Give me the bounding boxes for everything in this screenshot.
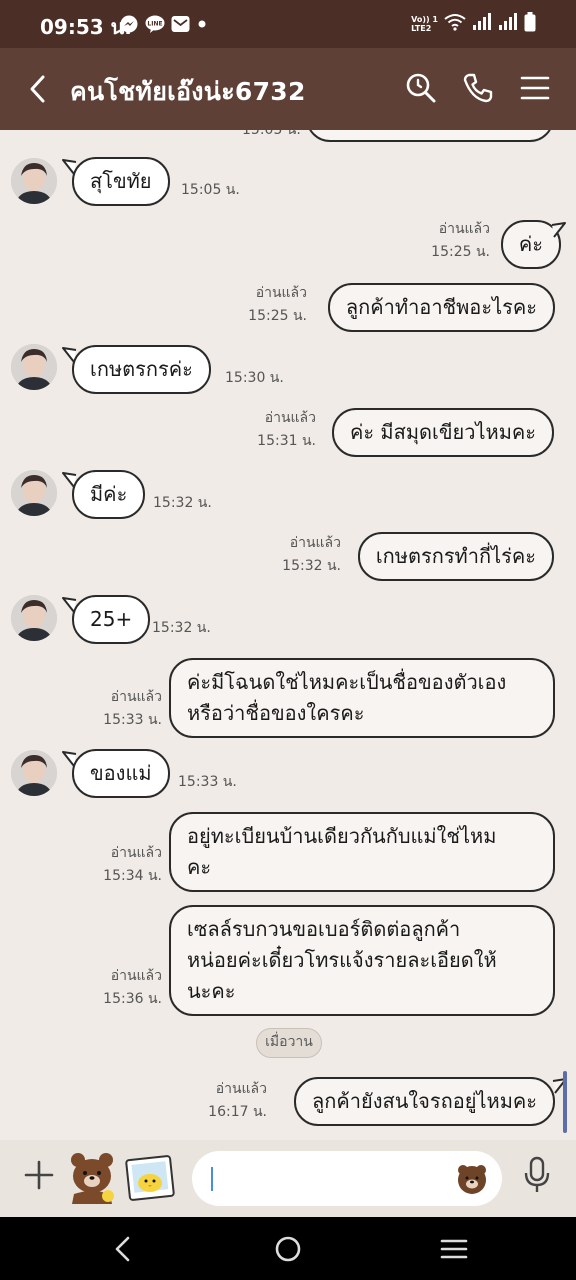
messenger-icon (120, 13, 138, 35)
sticker-shop-button[interactable] (125, 1153, 175, 1203)
message-bubble[interactable]: ค่ะ มีสมุดเขียวไหมคะ (331, 408, 554, 457)
date-separator: เมื่อวาน (256, 1028, 322, 1058)
message-time: 15:32 น. (282, 558, 341, 574)
partial-message-time: 15:05 น. (242, 130, 301, 138)
search-button[interactable] (405, 72, 437, 104)
volte-lte-icon: Vo)) 1 LTE2 (411, 15, 438, 33)
contact-avatar[interactable] (11, 470, 57, 516)
message-time: 15:33 น. (103, 712, 162, 728)
message-bubble[interactable]: ค่ะมีโฉนดใช่ไหมคะเป็นชื่อของตัวเอง หรือว… (169, 658, 555, 738)
phone-icon (463, 73, 493, 103)
read-receipt: อ่านแล้ว (438, 221, 490, 237)
search-icon (406, 73, 436, 103)
volte-label: Vo)) 1 (411, 15, 438, 24)
sticker-photo-icon (125, 1155, 175, 1201)
read-receipt: อ่านแล้ว (255, 285, 307, 301)
message-line: คะ (187, 855, 212, 879)
chat-header: คนโชทัยเอ๊งน่ะ6732 (0, 48, 576, 130)
status-icons: Vo)) 1 LTE2 (411, 12, 536, 36)
message-time: 16:17 น. (208, 1104, 267, 1120)
message-input[interactable] (192, 1151, 502, 1206)
voice-message-button[interactable] (522, 1155, 552, 1195)
message-line: เซลล์รบกวนขอเบอร์ติดต่อลูกค้า (187, 917, 461, 941)
signal-1-icon (472, 13, 492, 35)
scrollbar[interactable] (563, 1071, 567, 1133)
nav-recents-icon (440, 1239, 468, 1259)
message-bubble[interactable]: 25+ (72, 595, 151, 644)
message-bubble[interactable]: ลูกค้าทำอาชีพอะไรคะ (327, 283, 555, 332)
message-bubble[interactable]: มีค่ะ (72, 470, 146, 519)
message-bubble[interactable]: ของแม่ (72, 749, 170, 798)
read-receipt: อ่านแล้ว (289, 535, 341, 551)
read-receipt: อ่านแล้ว (110, 968, 162, 984)
status-time: 09:53 น. (40, 15, 132, 39)
message-line: หน่อยค่ะเดี๋ยวโทรแจ้งรายละเอียดให้ (187, 948, 497, 972)
message-input-bar (0, 1140, 576, 1217)
plus-icon (24, 1160, 54, 1190)
read-receipt: อ่านแล้ว (264, 410, 316, 426)
bear-emoji-icon (458, 1165, 486, 1194)
read-receipt: อ่านแล้ว (215, 1081, 267, 1097)
system-navigation-bar (0, 1217, 576, 1280)
lte-label: LTE2 (411, 24, 432, 33)
nav-home-button[interactable] (274, 1234, 302, 1268)
contact-avatar[interactable] (11, 750, 57, 796)
read-receipt: อ่านแล้ว (110, 845, 162, 861)
contact-avatar[interactable] (11, 158, 57, 204)
message-bubble[interactable]: เกษตรกรค่ะ (72, 345, 211, 394)
mail-icon (171, 13, 190, 35)
emoji-button[interactable] (455, 1162, 489, 1196)
message-bubble[interactable]: เซลล์รบกวนขอเบอร์ติดต่อลูกค้า หน่อยค่ะเด… (169, 905, 555, 1016)
message-time: 15:36 น. (103, 991, 162, 1007)
message-time: 15:05 น. (181, 182, 240, 198)
message-time: 15:25 น. (431, 244, 490, 260)
line-app-icon: LINE (145, 13, 165, 35)
message-time: 15:33 น. (178, 774, 237, 790)
status-bar: 09:53 น. LINE Vo)) 1 LTE2 (0, 0, 576, 48)
message-time: 15:25 น. (248, 308, 307, 324)
message-line: หรือว่าชื่อของใครคะ (187, 701, 365, 725)
contact-avatar[interactable] (11, 595, 57, 641)
message-time: 15:31 น. (257, 433, 316, 449)
message-bubble[interactable]: ลูกค้ายังสนใจรถอยู่ไหมคะ (294, 1077, 555, 1126)
svg-text:LINE: LINE (147, 21, 162, 28)
chat-title: คนโชทัยเอ๊งน่ะ6732 (70, 77, 306, 106)
sticker-button[interactable] (66, 1150, 118, 1204)
hamburger-menu-icon (520, 76, 550, 100)
message-time: 15:32 น. (152, 620, 211, 636)
nav-home-icon (275, 1236, 301, 1262)
back-button[interactable] (24, 72, 54, 106)
battery-icon (524, 12, 536, 36)
notification-dot-icon (198, 13, 206, 35)
message-bubble[interactable]: อยู่ทะเบียนบ้านเดียวกันกับแม่ใช่ไหม คะ (169, 812, 555, 892)
message-time: 15:30 น. (225, 370, 284, 386)
partial-message-bubble (306, 130, 554, 142)
message-line: อยู่ทะเบียนบ้านเดียวกันกับแม่ใช่ไหม (187, 824, 497, 848)
text-cursor (211, 1167, 213, 1191)
add-attachment-button[interactable] (24, 1160, 54, 1190)
wifi-icon (444, 13, 466, 35)
microphone-icon (524, 1156, 550, 1192)
message-bubble[interactable]: สุโขทัย (72, 157, 170, 206)
message-line: นะคะ (187, 979, 236, 1003)
menu-button[interactable] (519, 72, 551, 104)
contact-avatar[interactable] (11, 344, 57, 390)
read-receipt: อ่านแล้ว (110, 689, 162, 705)
message-bubble[interactable]: เกษตรกรทำกี่ไร่คะ (357, 532, 554, 581)
nav-back-button[interactable] (110, 1234, 136, 1268)
message-line: ค่ะมีโฉนดใช่ไหมคะเป็นชื่อของตัวเอง (187, 670, 507, 694)
message-time: 15:34 น. (103, 868, 162, 884)
brown-bear-sticker-icon (71, 1153, 114, 1204)
chevron-left-icon (30, 75, 45, 103)
nav-recents-button[interactable] (440, 1234, 468, 1268)
call-button[interactable] (462, 72, 494, 104)
signal-2-icon (498, 13, 518, 35)
nav-back-icon (115, 1236, 130, 1262)
message-time: 15:32 น. (153, 495, 212, 511)
chat-messages[interactable]: 15:05 น. สุโขทัย 15:05 น. อ่านแล้ว 15:25… (0, 130, 576, 1140)
